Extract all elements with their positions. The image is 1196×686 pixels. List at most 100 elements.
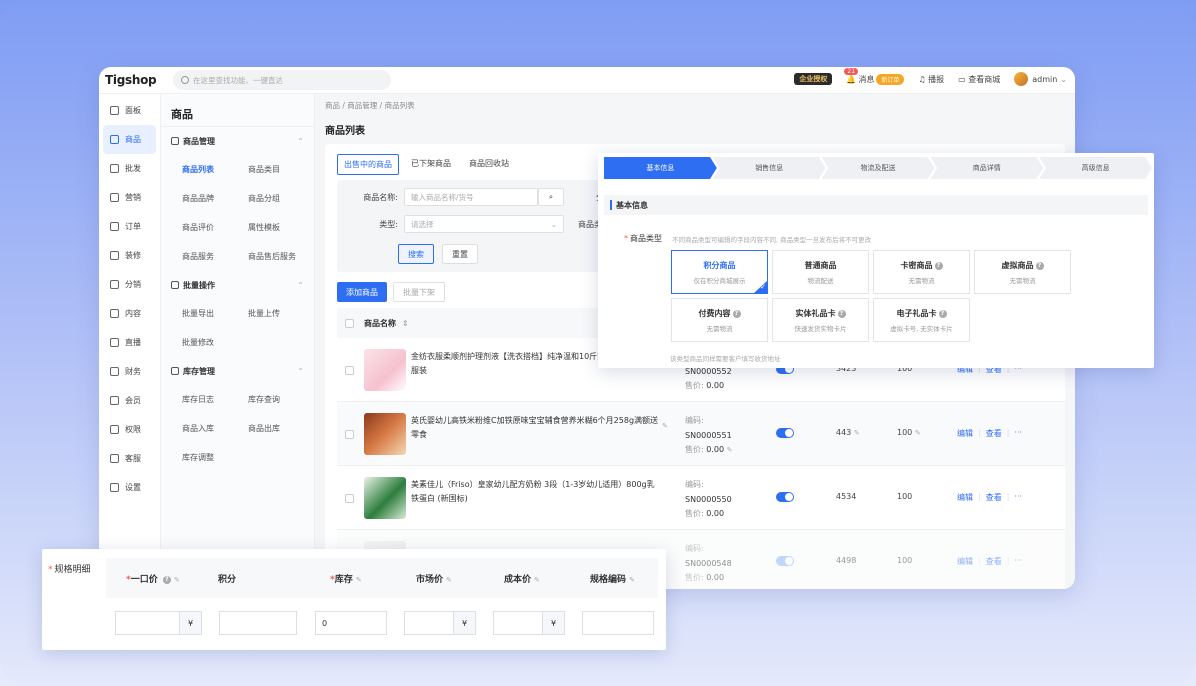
tab-recycle-bin[interactable]: 商品回收站 — [463, 154, 515, 175]
help-icon[interactable]: ? — [732, 310, 741, 318]
edit-link[interactable]: 编辑 — [957, 428, 973, 439]
pencil-icon[interactable]: ✎ — [915, 429, 921, 437]
pencil-icon[interactable]: ✎ — [662, 422, 668, 430]
row-checkbox[interactable] — [345, 494, 354, 503]
sidebar-item-1[interactable]: 商品 — [103, 125, 156, 154]
step-3[interactable]: 商品详情 — [930, 157, 1044, 179]
tab-on-sale[interactable]: 出售中的商品 — [337, 154, 399, 175]
submenu-link[interactable]: 商品类目 — [248, 155, 314, 184]
help-icon[interactable]: ? — [938, 310, 947, 318]
product-type-card[interactable]: 虚拟商品? 无需物流 — [974, 250, 1071, 294]
stock-value: 0 — [322, 618, 328, 628]
more-actions[interactable]: ··· — [1014, 556, 1022, 567]
product-name-input[interactable]: 输入商品名称/货号 — [404, 188, 538, 206]
submenu-group-0[interactable]: 商品管理 ⌃ — [161, 127, 314, 155]
product-name[interactable]: 英氏婴幼儿高铁米粉维C加铁原味宝宝辅食营养米糊6个月258g满额送零食 — [411, 414, 661, 442]
submenu-link[interactable]: 批量导出 — [182, 299, 248, 328]
submenu-link[interactable]: 批量上传 — [248, 299, 314, 328]
product-type-card[interactable]: 实体礼品卡? 快速发货实物卡片 — [772, 298, 869, 342]
name-label: 商品名称: — [363, 192, 398, 202]
reset-button[interactable]: 重置 — [442, 244, 478, 264]
global-search[interactable]: 在这里查找功能、一键直达 — [173, 70, 391, 90]
step-1[interactable]: 销售信息 — [712, 157, 826, 179]
sidebar-item-11[interactable]: 权限 — [103, 415, 156, 444]
more-actions[interactable]: ··· — [1014, 492, 1022, 503]
step-4[interactable]: 高级信息 — [1039, 157, 1152, 179]
product-type-card[interactable]: 积分商品 仅在积分商城展示 — [671, 250, 768, 294]
add-product-button[interactable]: 添加商品 — [337, 282, 387, 302]
points-input[interactable] — [219, 611, 297, 635]
enterprise-badge[interactable]: 企业授权 — [794, 73, 833, 85]
search-icon-button[interactable]: ⌕ — [538, 188, 564, 206]
on-sale-toggle[interactable] — [776, 556, 794, 566]
cost-price-input[interactable]: ¥ — [493, 611, 565, 635]
submenu-link[interactable]: 商品出库 — [248, 414, 314, 443]
search-button[interactable]: 搜索 — [398, 244, 434, 264]
product-name[interactable]: 美素佳儿（Friso）皇家幼儿配方奶粉 3段（1-3岁幼儿适用）800g乳铁蛋白… — [411, 478, 661, 506]
help-icon[interactable]: ? — [1035, 262, 1044, 270]
submenu-link[interactable]: 商品分组 — [248, 184, 314, 213]
sidebar-item-6[interactable]: 分销 — [103, 270, 156, 299]
product-type-card[interactable]: 付费内容? 无需物流 — [671, 298, 768, 342]
step-0[interactable]: 基本信息 — [604, 157, 717, 179]
view-link[interactable]: 查看 — [986, 428, 1002, 439]
edit-link[interactable]: 编辑 — [957, 492, 973, 503]
sidebar-item-3[interactable]: 营销 — [103, 183, 156, 212]
help-icon[interactable]: ? — [934, 262, 943, 270]
edit-link[interactable]: 编辑 — [957, 556, 973, 567]
row-checkbox[interactable] — [345, 430, 354, 439]
view-link[interactable]: 查看 — [986, 556, 1002, 567]
submenu-link[interactable]: 批量修改 — [182, 328, 248, 357]
market-price-input[interactable]: ¥ — [404, 611, 476, 635]
stock-input[interactable]: 0 — [315, 611, 387, 635]
sidebar-item-2[interactable]: 批发 — [103, 154, 156, 183]
more-actions[interactable]: ··· — [1014, 428, 1022, 439]
submenu-link[interactable]: 库存日志 — [182, 385, 248, 414]
help-icon[interactable]: ? — [837, 310, 846, 318]
product-type-card[interactable]: 电子礼品卡? 虚拟卡号, 无实体卡片 — [873, 298, 970, 342]
sort-icon[interactable]: ⇕ — [402, 319, 409, 328]
live-broadcast-button[interactable]: ♫ 播报 — [918, 74, 944, 85]
on-sale-toggle[interactable] — [776, 492, 794, 502]
product-thumbnail — [364, 413, 406, 455]
view-link[interactable]: 查看 — [986, 492, 1002, 503]
user-menu[interactable]: admin ⌄ — [1014, 72, 1067, 86]
spec-code-input[interactable] — [582, 611, 654, 635]
price-label: 售价: — [685, 573, 704, 582]
select-all-checkbox[interactable] — [345, 318, 354, 328]
pencil-icon[interactable]: ✎ — [727, 446, 733, 454]
sidebar-item-8[interactable]: 直播 — [103, 328, 156, 357]
submenu-link[interactable]: 库存调整 — [182, 443, 248, 472]
pencil-icon[interactable]: ✎ — [854, 429, 860, 437]
submenu-link[interactable]: 库存查询 — [248, 385, 314, 414]
batch-off-shelf-button[interactable]: 批量下架 — [393, 282, 445, 302]
submenu-link[interactable]: 商品服务 — [182, 242, 248, 271]
type-select[interactable]: 请选择 ⌄ — [404, 215, 564, 233]
submenu-link[interactable]: 商品品牌 — [182, 184, 248, 213]
submenu-link[interactable]: 商品入库 — [182, 414, 248, 443]
step-2[interactable]: 物流及配送 — [821, 157, 935, 179]
sidebar-item-12[interactable]: 客服 — [103, 444, 156, 473]
product-type-card[interactable]: 普通商品 物流配送 — [772, 250, 869, 294]
product-type-card[interactable]: 卡密商品? 无需物流 — [873, 250, 970, 294]
submenu-group-2[interactable]: 库存管理 ⌃ — [161, 357, 314, 385]
row-actions: 编辑 | 查看 | ··· — [957, 428, 1023, 439]
message-button[interactable]: 21 🔔 消息 新订单 — [844, 67, 905, 85]
submenu-group-1[interactable]: 批量操作 ⌃ — [161, 271, 314, 299]
sidebar-item-7[interactable]: 内容 — [103, 299, 156, 328]
fixed-price-input[interactable]: ¥ — [115, 611, 202, 635]
sidebar-item-10[interactable]: 会员 — [103, 386, 156, 415]
view-store-button[interactable]: ▭ 查看商城 — [958, 74, 1000, 85]
submenu-link[interactable]: 商品售后服务 — [248, 242, 314, 271]
tab-off-shelf[interactable]: 已下架商品 — [405, 154, 457, 175]
sidebar-item-13[interactable]: 设置 — [103, 473, 156, 502]
submenu-link[interactable]: 商品列表 — [182, 155, 248, 184]
sidebar-item-4[interactable]: 订单 — [103, 212, 156, 241]
submenu-link[interactable]: 商品评价 — [182, 213, 248, 242]
sidebar-item-9[interactable]: 财务 — [103, 357, 156, 386]
on-sale-toggle[interactable] — [776, 428, 794, 438]
submenu-link[interactable]: 属性模板 — [248, 213, 314, 242]
sidebar-item-5[interactable]: 装修 — [103, 241, 156, 270]
row-checkbox[interactable] — [345, 366, 354, 375]
sidebar-item-0[interactable]: 面板 — [103, 96, 156, 125]
